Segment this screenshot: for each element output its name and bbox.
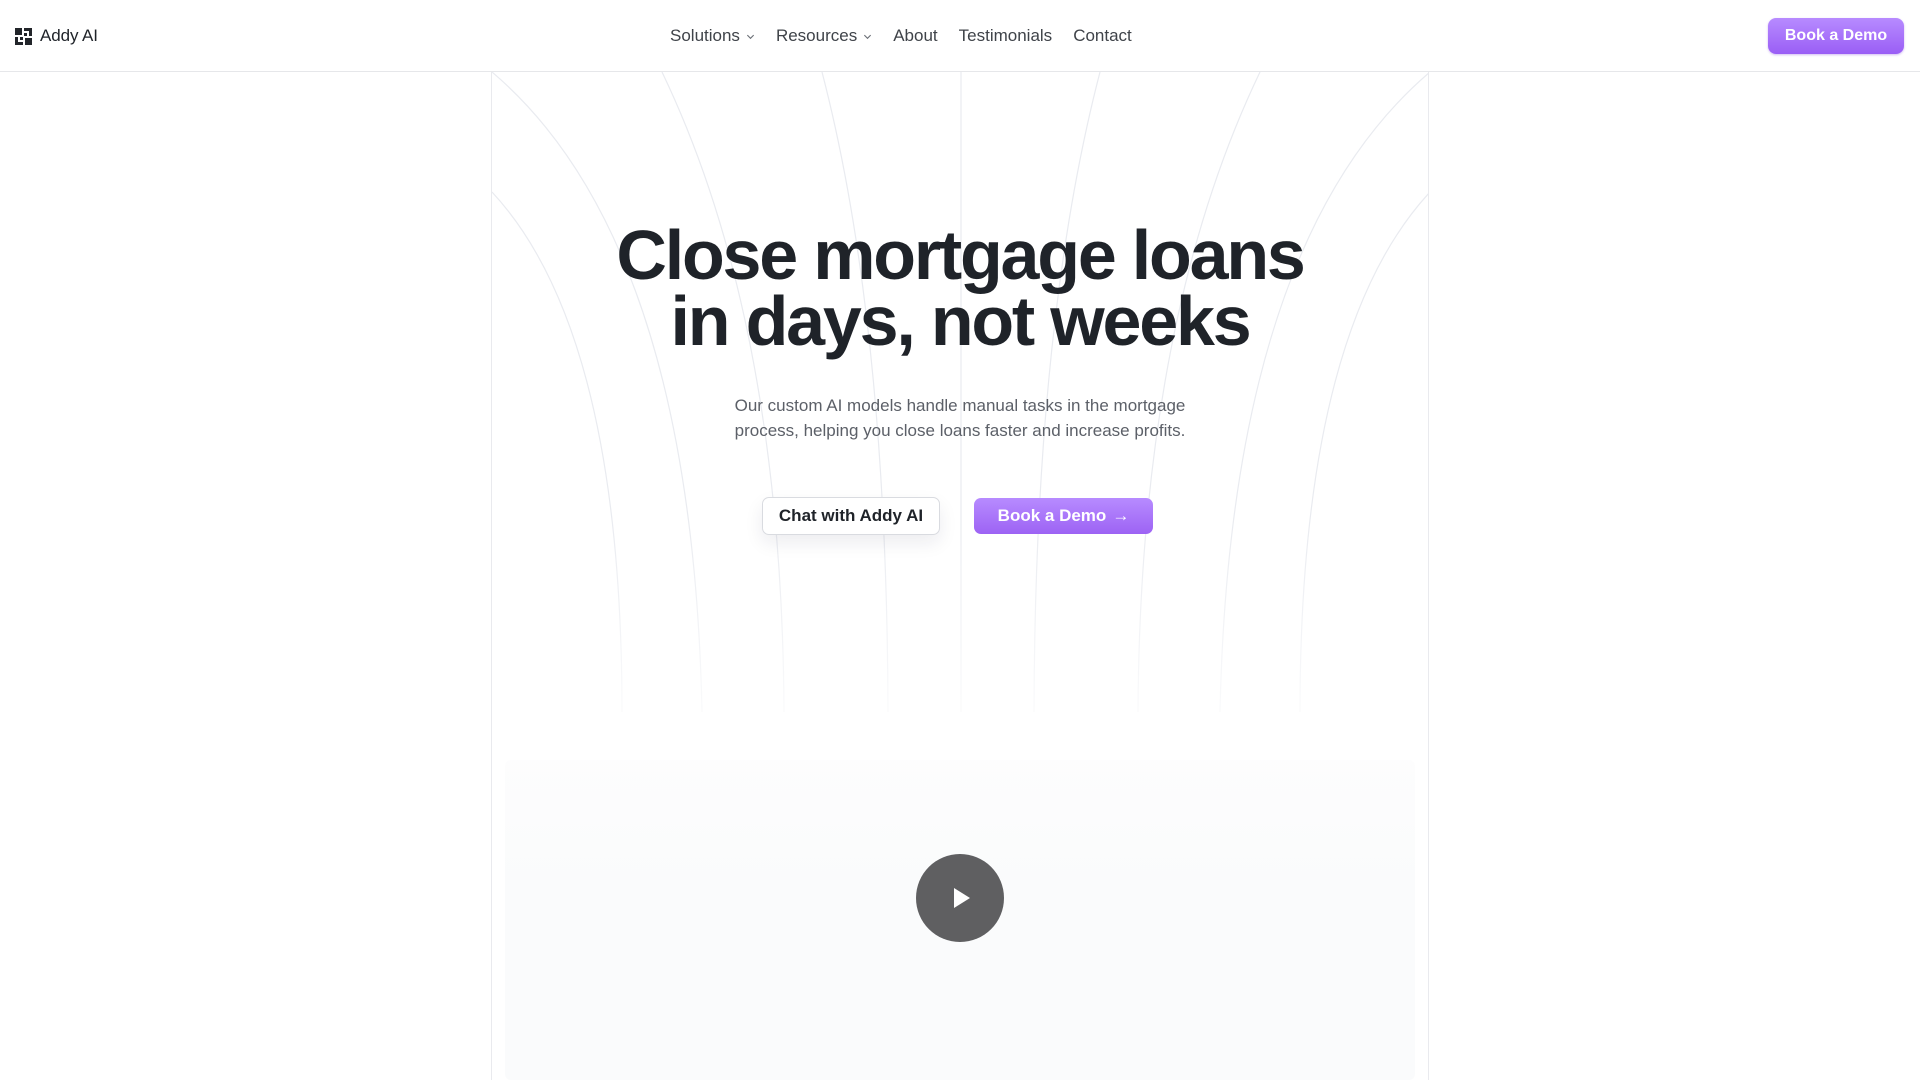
arc-fade-overlay — [492, 512, 1428, 772]
play-icon — [954, 888, 970, 908]
nav-resources[interactable]: Resources — [776, 26, 872, 46]
addy-logo-icon — [15, 27, 32, 45]
nav-testimonials[interactable]: Testimonials — [959, 26, 1053, 46]
hero-subtitle: Our custom AI models handle manual tasks… — [710, 393, 1210, 443]
brand-name: Addy AI — [40, 26, 98, 45]
chevron-down-icon — [746, 34, 754, 39]
main-nav: Solutions Resources About Testimonials C… — [670, 24, 1132, 48]
nav-resources-label: Resources — [775, 26, 858, 45]
nav-solutions[interactable]: Solutions — [670, 26, 755, 46]
chevron-down-icon — [864, 34, 872, 39]
book-demo-hero-button[interactable]: Book a Demo → — [974, 498, 1153, 534]
book-demo-header-button[interactable]: Book a Demo — [1768, 18, 1904, 54]
nav-solutions-label: Solutions — [670, 26, 740, 45]
hero-subtitle-line-2: process, helping you close loans faster … — [734, 421, 1186, 440]
hero-subtitle-line-1: Our custom AI models handle manual tasks… — [734, 396, 1186, 415]
brand-link[interactable]: Addy AI — [15, 24, 98, 48]
nav-about[interactable]: About — [893, 26, 937, 46]
hero-title: Close mortgage loans in days, not weeks — [560, 220, 1360, 356]
hero-title-line-2: in days, not weeks — [670, 282, 1252, 360]
site-header: Addy AI Solutions Resources About Testim… — [0, 0, 1920, 72]
nav-contact[interactable]: Contact — [1073, 26, 1132, 46]
book-demo-hero-label: Book a Demo — [997, 506, 1107, 525]
arrow-right-icon: → — [1112, 506, 1130, 525]
play-button[interactable] — [916, 854, 1004, 942]
chat-with-addy-button[interactable]: Chat with Addy AI — [762, 497, 940, 535]
